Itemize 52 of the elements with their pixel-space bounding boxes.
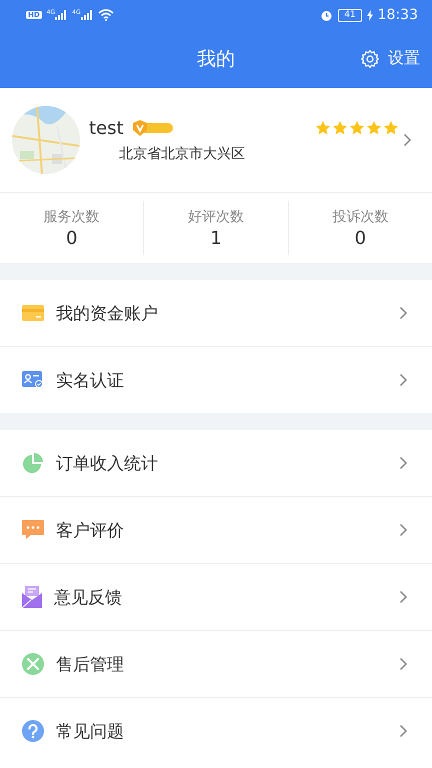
id-card-icon (22, 371, 44, 389)
user-address: 北京省北京市大兴区 (118, 144, 246, 162)
star-icon (332, 120, 348, 136)
menu-item[interactable]: 常见问题 (0, 697, 432, 764)
menu-item-label: 常见问题 (56, 720, 125, 742)
wifi-icon (98, 9, 114, 21)
stat-label: 投诉次数 (332, 208, 388, 226)
star-icon (349, 120, 365, 136)
battery-indicator: 41 (338, 8, 362, 22)
menu-item-label: 售后管理 (56, 654, 125, 676)
chevron-right-icon (403, 133, 412, 147)
help-icon (22, 720, 44, 742)
chevron-right-icon (399, 523, 408, 537)
menu-item[interactable]: 售后管理 (0, 630, 432, 697)
chevron-right-icon (399, 657, 408, 671)
menu-item-label: 意见反馈 (54, 586, 123, 608)
menu-item[interactable]: 我的资金账户 (0, 280, 432, 346)
tools-icon (22, 653, 44, 675)
signal-icon (80, 10, 93, 20)
stat-value: 0 (354, 228, 366, 248)
menu-item-label: 客户评价 (56, 520, 125, 542)
star-icon (366, 120, 382, 136)
clock-time: 18:33 (378, 7, 418, 23)
menu-item-label: 订单收入统计 (56, 452, 159, 474)
chevron-right-icon (399, 724, 408, 738)
chat-bubble-icon (22, 520, 44, 540)
menu-item-label: 我的资金账户 (56, 302, 159, 324)
menu-item[interactable]: 客户评价 (0, 496, 432, 563)
chevron-right-icon (399, 456, 408, 470)
profile-card[interactable]: test 北京省北京市大兴区 (0, 88, 432, 193)
star-icon (315, 120, 331, 136)
envelope-icon (22, 586, 42, 608)
chevron-right-icon (399, 306, 408, 320)
menu-item[interactable]: 意见反馈 (0, 563, 432, 630)
chevron-right-icon (399, 590, 408, 604)
card-icon (22, 305, 44, 321)
menu-item[interactable]: 订单收入统计 (0, 430, 432, 496)
page-title: 我的 (197, 47, 235, 72)
stat-value: 0 (66, 228, 78, 248)
pie-chart-icon (22, 452, 44, 474)
signal-icon (55, 10, 68, 20)
alarm-icon (320, 8, 334, 22)
charging-icon (366, 10, 373, 20)
menu-item-label: 实名认证 (56, 370, 125, 392)
settings-icon (360, 48, 380, 68)
user-name: test (89, 118, 124, 138)
stat-label: 好评次数 (188, 208, 244, 226)
star-icon (383, 120, 399, 136)
chevron-right-icon (399, 373, 408, 387)
stat-value: 1 (210, 228, 222, 248)
stat-label: 服务次数 (44, 208, 100, 226)
settings-button[interactable]: 设置 (360, 48, 420, 69)
